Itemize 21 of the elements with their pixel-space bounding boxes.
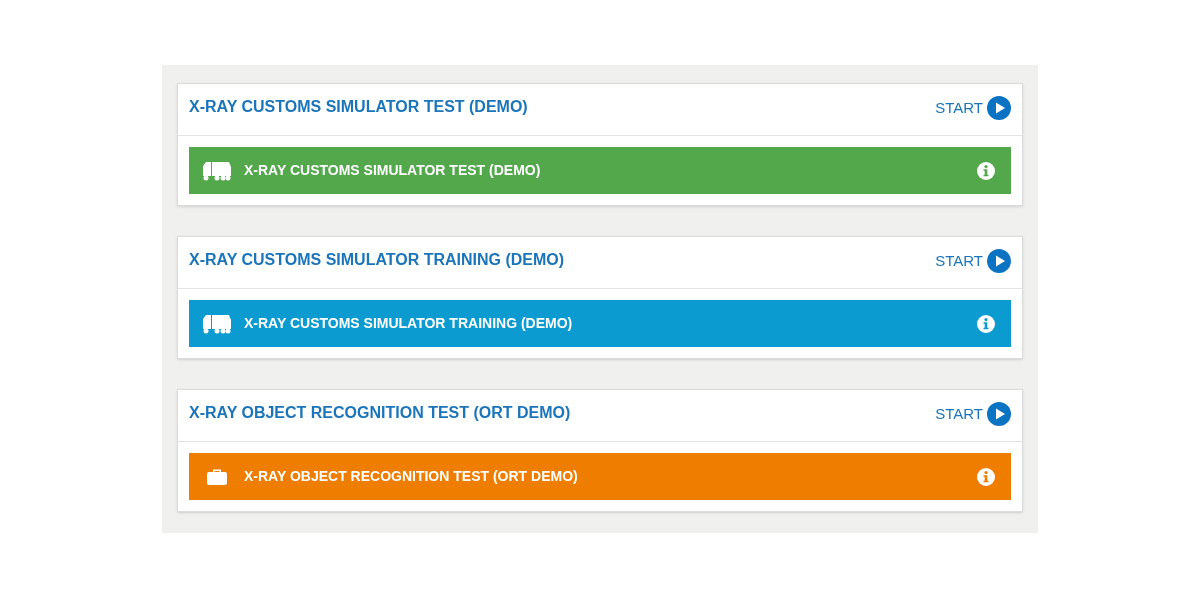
info-icon[interactable] (977, 161, 995, 180)
test-title: X-RAY OBJECT RECOGNITION TEST (ORT DEMO) (189, 403, 571, 423)
briefcase-icon (206, 467, 228, 486)
test-title: X-RAY CUSTOMS SIMULATOR TRAINING (DEMO) (189, 250, 565, 270)
truck-icon (202, 160, 232, 181)
test-label: X-RAY CUSTOMS SIMULATOR TRAINING (DEMO) (244, 314, 573, 333)
test-title: X-RAY CUSTOMS SIMULATOR TEST (DEMO) (189, 97, 528, 117)
test-label: X-RAY CUSTOMS SIMULATOR TEST (DEMO) (244, 161, 541, 180)
start-button[interactable]: START (935, 249, 1011, 273)
start-button[interactable]: START (935, 96, 1011, 120)
test-bar[interactable]: X-RAY CUSTOMS SIMULATOR TEST (DEMO) (189, 147, 1011, 194)
test-bar[interactable]: X-RAY CUSTOMS SIMULATOR TRAINING (DEMO) (189, 300, 1011, 347)
info-icon[interactable] (977, 314, 995, 333)
test-label: X-RAY OBJECT RECOGNITION TEST (ORT DEMO) (244, 467, 578, 486)
truck-icon (202, 313, 232, 334)
play-icon (987, 96, 1011, 120)
info-icon[interactable] (977, 467, 995, 486)
play-icon (987, 249, 1011, 273)
play-icon (987, 402, 1011, 426)
test-bar[interactable]: X-RAY OBJECT RECOGNITION TEST (ORT DEMO) (189, 453, 1011, 500)
start-button[interactable]: START (935, 402, 1011, 426)
